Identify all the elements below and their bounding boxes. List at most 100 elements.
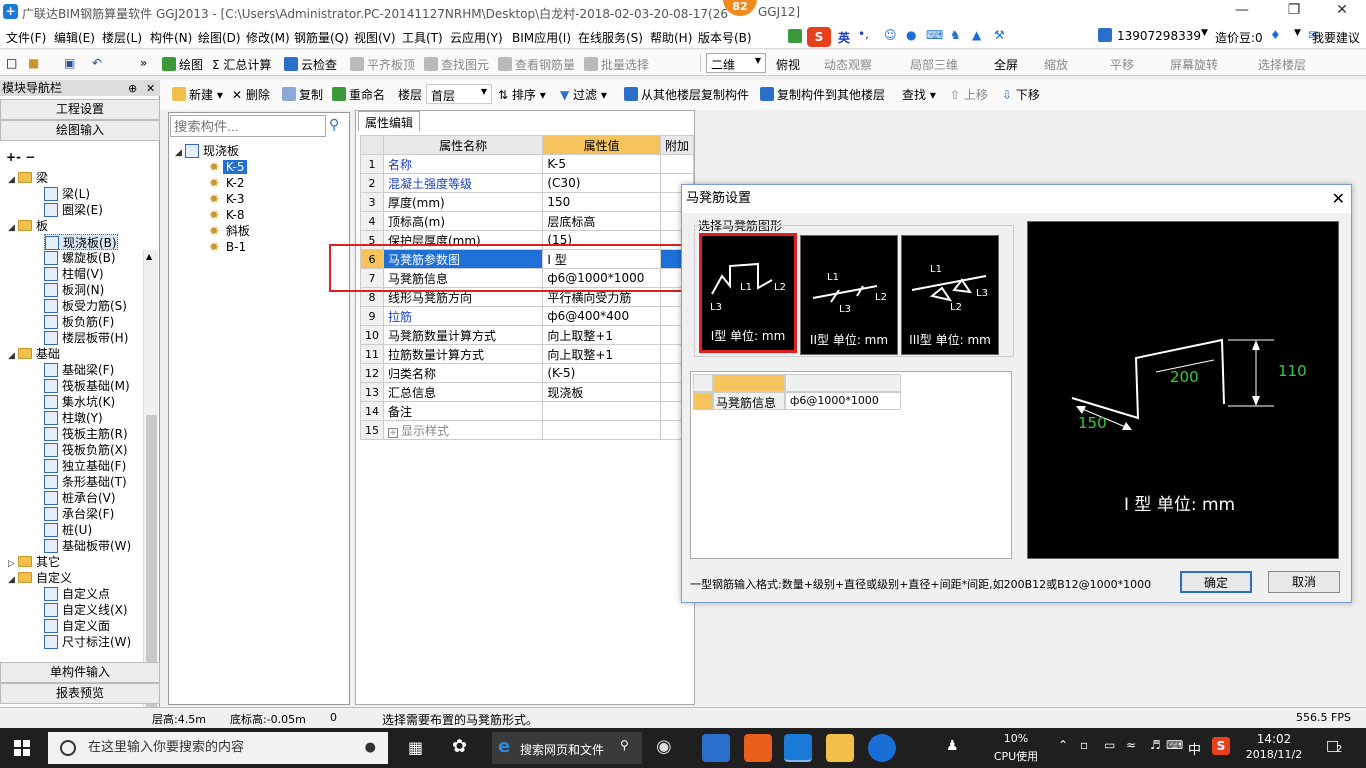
copy-component-button[interactable]: 复制 (282, 86, 323, 103)
chevron-down-icon[interactable]: ▼ (1201, 28, 1208, 38)
undo-icon[interactable]: ↶ (92, 56, 102, 70)
info-value-cell[interactable]: ф6@1000*1000 (785, 392, 901, 410)
collapse-icon[interactable]: ◢ (8, 220, 18, 236)
menu-item-1[interactable]: 编辑(E) (54, 29, 95, 46)
tree-item[interactable]: 桩(U) (44, 522, 92, 538)
tray-icon-1[interactable]: ▫ (1080, 738, 1088, 752)
taskbar-glodon-app[interactable] (784, 734, 812, 762)
mic-icon[interactable]: ● (365, 732, 376, 764)
tree-item[interactable]: 尺寸标注(W) (44, 634, 131, 650)
taskbar-search-box[interactable]: 在这里输入你要搜索的内容 ● (48, 732, 388, 764)
clock-date[interactable]: 2018/11/2 (1238, 748, 1310, 761)
battery-icon[interactable]: ▭ (1104, 738, 1115, 752)
find-element-button[interactable]: 查找图元 (424, 56, 489, 73)
menu-item-0[interactable]: 文件(F) (6, 29, 46, 46)
view-qty-button[interactable]: 查看钢筋量 (498, 56, 575, 73)
tree-item[interactable]: 梁(L) (44, 186, 90, 202)
property-value[interactable]: (K-5) (542, 363, 661, 383)
suggest-link[interactable]: 我要建议 (1312, 29, 1360, 46)
component-item[interactable]: ✸ K-5 (209, 159, 248, 175)
taskbar-notes-app[interactable] (826, 734, 854, 762)
property-value[interactable]: 现浇板 (542, 382, 661, 402)
sogou-tray-icon[interactable]: S (1212, 737, 1230, 755)
tree-group-2[interactable]: ◢ 基础 (8, 346, 60, 362)
shape-type-3[interactable]: L1 L2 L3 III型 单位: mm (901, 235, 999, 355)
sort-button[interactable]: ⇅ 排序 ▾ (498, 86, 546, 103)
sogou-icon[interactable]: S (807, 27, 831, 47)
menu-item-5[interactable]: 修改(M) (246, 29, 290, 46)
property-value[interactable]: K-5 (542, 154, 661, 174)
property-value[interactable] (542, 420, 661, 440)
tree-item[interactable]: 板负筋(F) (44, 314, 114, 330)
cloud-check-button[interactable]: 云检查 (284, 56, 337, 73)
restore-icon[interactable]: ❐ (1274, 2, 1314, 18)
filter-button[interactable]: ▼ 过滤 ▾ (560, 86, 607, 103)
tree-item[interactable]: 现浇板(B) (44, 234, 118, 250)
user-icon[interactable]: ♞ (950, 28, 961, 42)
collapse-icon[interactable]: ◢ (8, 572, 18, 588)
expand-icon[interactable]: + (388, 427, 398, 438)
menu-item-8[interactable]: 工具(T) (402, 29, 443, 46)
property-row[interactable]: 13 汇总信息 现浇板 (360, 382, 695, 402)
menu-item-4[interactable]: 绘图(D) (198, 29, 241, 46)
keyboard-icon[interactable]: ⌨ (1166, 738, 1183, 752)
property-value[interactable]: (C30) (542, 173, 661, 193)
close-icon[interactable]: ✕ (1332, 189, 1345, 208)
overlook-button[interactable]: 俯视 (776, 56, 800, 73)
local-3d-button[interactable]: 局部三维 (910, 56, 958, 73)
sidebar-close-icon[interactable]: ✕ (146, 82, 155, 95)
keyboard-icon[interactable]: ⌨ (926, 28, 943, 42)
ime-indicator[interactable]: 中 (1188, 739, 1201, 758)
collapse-icon[interactable]: ◢ (8, 172, 18, 188)
property-value[interactable]: ф6@400*400 (542, 306, 661, 326)
wifi-icon[interactable]: ≈ (1126, 738, 1136, 752)
tree-item[interactable]: 自定义线(X) (44, 602, 128, 618)
delete-component-button[interactable]: ✕ 删除 (232, 86, 270, 103)
property-row[interactable]: 3 厚度(mm) 150 (360, 192, 695, 212)
copy-to-floor-button[interactable]: 复制构件到其他楼层 (760, 86, 885, 103)
component-item[interactable]: ✸ B-1 (209, 239, 249, 255)
component-item[interactable]: ✸ K-3 (209, 191, 247, 207)
collapse-icon[interactable]: ◢ (8, 348, 18, 364)
component-item[interactable]: ✸ K-2 (209, 175, 247, 191)
phone-number[interactable]: 13907298339 (1117, 29, 1201, 43)
property-row[interactable]: 4 顶标高(m) 层底标高 (360, 211, 695, 231)
search-icon[interactable]: ⚲ (329, 117, 347, 135)
tree-item[interactable]: 条形基础(T) (44, 474, 127, 490)
ok-button[interactable]: 确定 (1180, 571, 1252, 593)
project-settings-button[interactable]: 工程设置 (0, 99, 160, 120)
shape-type-1[interactable]: L3 L1 L2 I型 单位: mm (699, 233, 797, 353)
tree-item[interactable]: 集水坑(K) (44, 394, 115, 410)
property-row[interactable]: 14 备注 (360, 401, 695, 421)
component-item[interactable]: ✸ 斜板 (209, 223, 253, 239)
zoom-button[interactable]: 缩放 (1044, 56, 1068, 73)
move-down-button[interactable]: ⇩ 下移 (1002, 86, 1040, 103)
ime-tool-icon[interactable] (788, 29, 802, 43)
single-component-input-button[interactable]: 单构件输入 (0, 662, 160, 683)
menu-item-10[interactable]: BIM应用(I) (512, 29, 571, 46)
open-folder-icon[interactable]: ■ (28, 56, 39, 70)
chrome-like-icon[interactable]: ◉ (656, 736, 672, 757)
property-row[interactable]: 9 拉筋 ф6@400*400 (360, 306, 695, 326)
people-icon[interactable]: ♟ (946, 738, 959, 754)
tree-item[interactable]: 筏板主筋(R) (44, 426, 128, 442)
flat-top-button[interactable]: 平齐板顶 (350, 56, 415, 73)
report-preview-button[interactable]: 报表预览 (0, 683, 160, 704)
task-view-icon[interactable]: ▦ (408, 738, 423, 757)
emoji-icon[interactable]: ☺ (884, 28, 897, 42)
menu-item-7[interactable]: 视图(V) (354, 29, 396, 46)
tree-item[interactable]: 板受力筋(S) (44, 298, 127, 314)
tray-chevron-icon[interactable]: ⌃ (1058, 738, 1068, 752)
tree-item[interactable]: 柱墩(Y) (44, 410, 103, 426)
tree-item[interactable]: 圈梁(E) (44, 202, 103, 218)
menu-item-12[interactable]: 帮助(H) (650, 29, 692, 46)
property-row[interactable]: 12 归类名称 (K-5) (360, 363, 695, 383)
dynamic-view-button[interactable]: 动态观察 (824, 56, 872, 73)
wrench-icon[interactable]: ⚒ (994, 28, 1005, 42)
property-value[interactable]: 层底标高 (542, 211, 661, 231)
property-value[interactable]: 150 (542, 192, 661, 212)
tree-item[interactable]: 承台梁(F) (44, 506, 114, 522)
property-value[interactable] (542, 401, 661, 421)
property-value[interactable]: 向上取整+1 (542, 344, 661, 364)
batch-select-button[interactable]: 批量选择 (584, 56, 649, 73)
